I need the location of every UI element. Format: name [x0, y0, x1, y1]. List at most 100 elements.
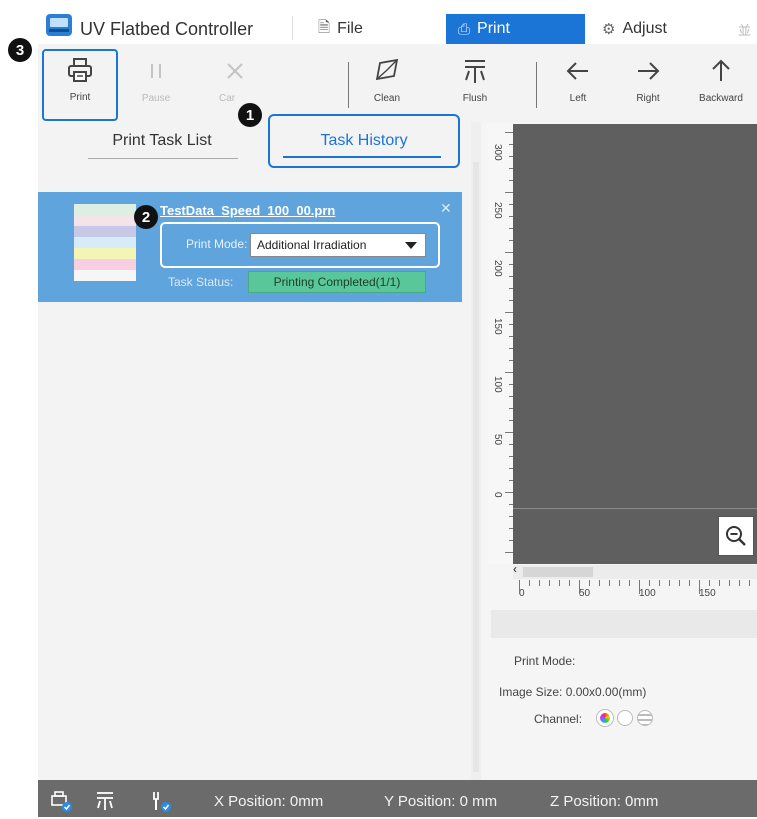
thumbnail-stripe	[74, 237, 136, 248]
backward-button-label: Backward	[699, 93, 743, 104]
ruler-tick	[629, 580, 630, 586]
ruler-tick	[729, 580, 730, 586]
ruler-tick	[505, 312, 513, 313]
ruler-label: 250	[492, 202, 503, 219]
ruler-tick	[739, 580, 740, 586]
left-button[interactable]: Left	[552, 52, 604, 118]
pause-icon	[144, 52, 168, 90]
ruler-tick	[699, 580, 700, 594]
ruler-label: 50	[492, 434, 503, 446]
callout-3: 3	[8, 38, 32, 62]
thumbnail-stripe	[74, 248, 136, 259]
ruler-tick	[709, 580, 710, 586]
task-panel-scrollbar[interactable]	[473, 162, 479, 772]
ruler-tick	[659, 580, 660, 586]
thumbnail-stripe	[74, 215, 136, 226]
preview-info-bar	[491, 610, 757, 638]
ruler-tick	[669, 580, 670, 586]
ruler-tick	[529, 580, 530, 586]
menu-adjust-label: Adjust	[622, 20, 667, 37]
print-canvas[interactable]	[513, 124, 757, 564]
ruler-tick	[599, 580, 600, 586]
app-logo-icon	[46, 14, 72, 36]
ruler-tick	[505, 552, 513, 553]
flush-button-label: Flush	[462, 93, 488, 104]
ruler-label: 0	[492, 492, 503, 498]
scrollbar-thumb[interactable]	[523, 567, 593, 577]
channel-label: Channel:	[534, 712, 583, 726]
left-button-label: Left	[569, 93, 587, 104]
zoom-out-button[interactable]	[718, 516, 754, 556]
ruler-tick	[505, 132, 513, 133]
ruler-tick	[719, 580, 720, 586]
title-divider	[292, 16, 293, 40]
white-channel-icon[interactable]	[617, 710, 633, 726]
zoom-out-icon	[726, 526, 746, 546]
menu-file-label: File	[337, 20, 363, 37]
task-status-badge: Printing Completed(1/1)	[248, 271, 426, 293]
printer-icon: ⎙	[458, 20, 471, 38]
print-mode-info: Print Mode:	[514, 654, 576, 668]
flush-icon	[461, 52, 489, 90]
ruler-tick	[559, 580, 560, 586]
menu-print-label: Print	[477, 20, 510, 37]
z-position: Z Position: 0mm	[550, 793, 659, 810]
ruler-tick	[679, 580, 680, 586]
tab-print-task-list[interactable]: Print Task List	[62, 132, 262, 160]
flush-button[interactable]: Flush	[448, 52, 502, 118]
ruler-tick	[569, 580, 570, 586]
callout-1: 1	[238, 103, 262, 127]
ruler-tick	[539, 580, 540, 586]
tab-task-history-label: Task History	[320, 132, 408, 149]
ruler-tick	[589, 580, 590, 586]
scroll-left-icon[interactable]: ‹	[513, 562, 517, 576]
menu-file[interactable]: 🗎 File	[318, 14, 363, 44]
varnish-channel-icon[interactable]	[637, 710, 653, 726]
print-button[interactable]: Print	[42, 49, 118, 121]
maintenance-ok-icon	[148, 790, 174, 819]
channel-indicators	[597, 710, 653, 726]
ruler-label: 150	[492, 318, 503, 335]
print-mode-value: Additional Irradiation	[257, 238, 367, 252]
ruler-tick	[619, 580, 620, 586]
toolbar-divider	[536, 62, 537, 108]
ruler-tick	[579, 580, 580, 594]
origin-line	[513, 508, 757, 509]
menu-more-label: 並	[738, 22, 752, 38]
pause-button-label: Pause	[141, 93, 171, 104]
close-icon[interactable]: ✕	[440, 200, 452, 217]
menu-more[interactable]: 並	[738, 14, 751, 44]
arrow-right-icon	[635, 52, 661, 90]
pause-button[interactable]: Pause	[124, 52, 188, 118]
gear-icon: ⚙	[602, 21, 616, 38]
task-status-label: Task Status:	[168, 275, 234, 289]
ruler-label: 150	[699, 588, 716, 599]
clean-button-label: Clean	[373, 93, 401, 104]
chevron-down-icon	[405, 242, 417, 249]
tab-underline	[88, 158, 238, 159]
x-position: X Position: 0mm	[214, 793, 324, 810]
menu-adjust[interactable]: ⚙ Adjust	[602, 14, 667, 44]
app-title: UV Flatbed Controller	[80, 19, 254, 39]
flush-status-icon	[94, 790, 116, 817]
file-icon: 🗎	[318, 18, 331, 36]
right-button-label: Right	[636, 93, 660, 104]
backward-button[interactable]: Backward	[688, 52, 754, 118]
arrow-left-icon	[565, 52, 591, 90]
color-channel-icon[interactable]	[597, 710, 613, 726]
vertical-ruler: 300 250 200 150 100 50 0	[487, 124, 513, 564]
print-mode-select[interactable]: Additional Irradiation	[250, 233, 426, 257]
clean-icon	[372, 52, 402, 90]
image-size-info: Image Size: 0.00x0.00(mm)	[499, 685, 647, 699]
ruler-label: 100	[639, 588, 656, 599]
toolbar-divider	[348, 62, 349, 108]
thumbnail-stripe	[74, 270, 136, 281]
ruler-tick	[609, 580, 610, 586]
clean-button[interactable]: Clean	[356, 52, 418, 118]
right-button[interactable]: Right	[620, 52, 676, 118]
ruler-tick	[519, 580, 520, 594]
task-name[interactable]: TestData_Speed_100_00.prn	[160, 203, 335, 218]
ruler-tick	[505, 492, 513, 493]
ruler-tick	[505, 252, 513, 253]
menu-print[interactable]: ⎙ Print	[446, 14, 585, 44]
